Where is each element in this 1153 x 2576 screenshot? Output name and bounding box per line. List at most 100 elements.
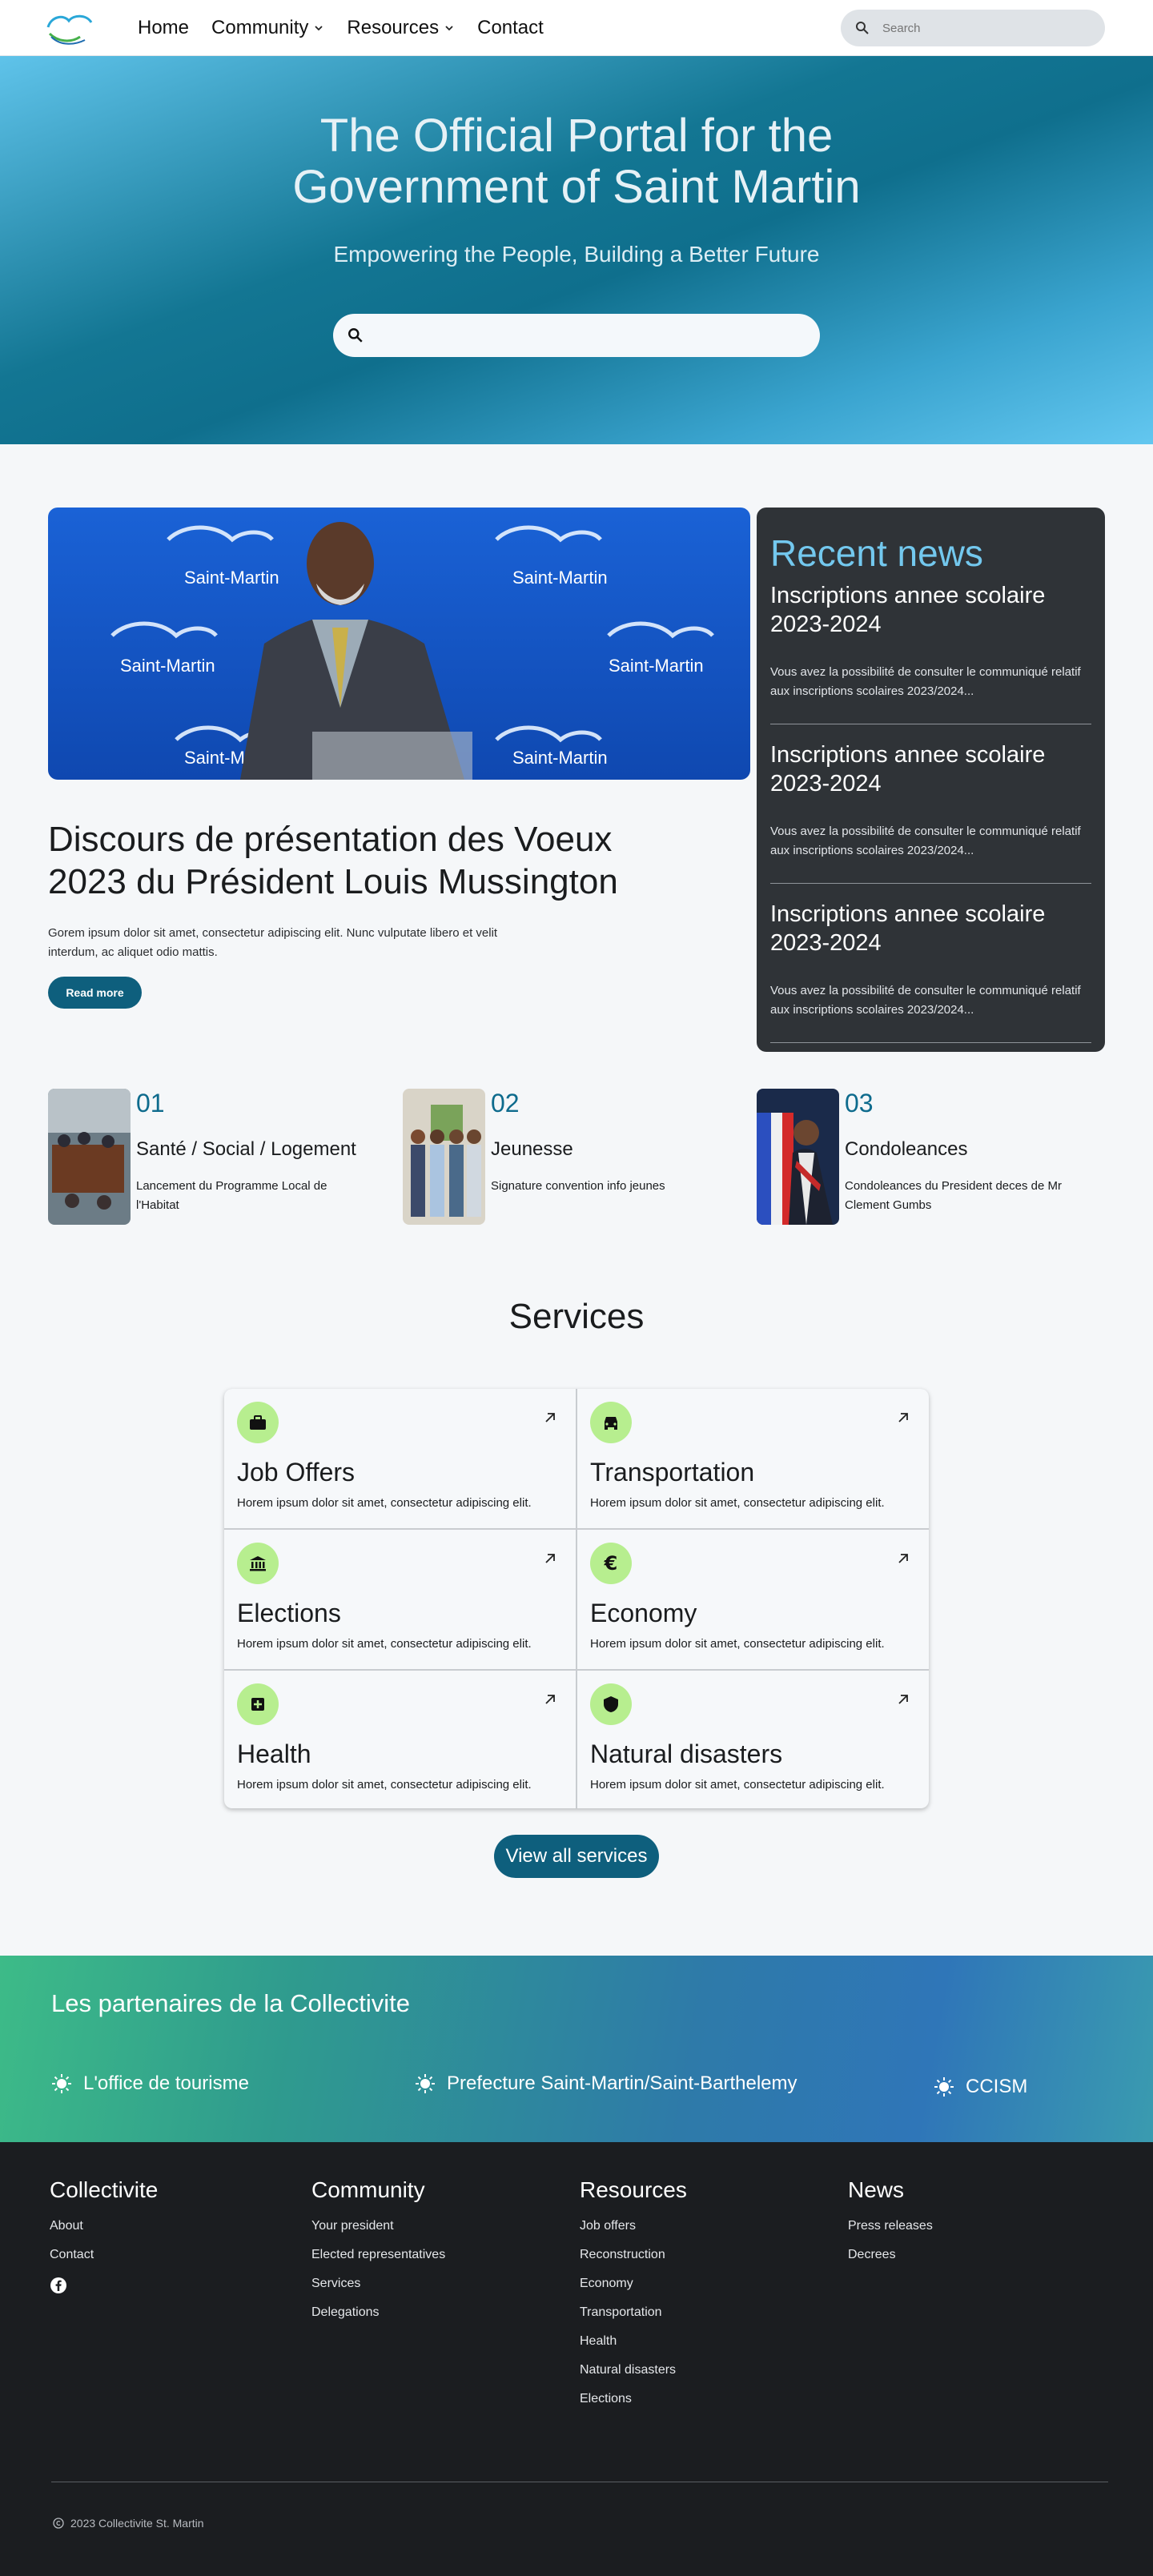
services-grid: Job Offers Horem ipsum dolor sit amet, c… [224, 1389, 929, 1808]
footer-link[interactable]: Natural disasters [580, 2363, 687, 2377]
service-job-offers[interactable]: Job Offers Horem ipsum dolor sit amet, c… [224, 1389, 576, 1528]
service-natural-disasters[interactable]: Natural disasters Horem ipsum dolor sit … [577, 1671, 929, 1808]
partner-label: L'office de tourisme [83, 2072, 249, 2094]
search-icon [856, 22, 869, 34]
footer-heading: News [848, 2177, 905, 2202]
sun-icon [52, 2074, 71, 2093]
footer-column-collectivite: Collectivite About Contact [50, 2177, 158, 2298]
partners-section: Les partenaires de la Collectivite L'off… [0, 1956, 1153, 2142]
service-description: Horem ipsum dolor sit amet, consectetur … [237, 1496, 532, 1510]
service-label: Health [237, 1739, 311, 1768]
feature-title: Discours de présentation des Voeux 2023 … [48, 820, 618, 901]
recent-news-panel: Recent news Inscriptions annee scolaire … [757, 508, 1105, 1052]
footer-link[interactable]: Delegations [311, 2305, 445, 2320]
copyright-text: 2023 Collectivite St. Martin [70, 2517, 204, 2530]
arrow-up-right-icon [545, 1695, 555, 1704]
nav-community[interactable]: Community [211, 17, 324, 39]
nav-search-input[interactable] [882, 21, 1083, 35]
nav-search-box[interactable] [841, 10, 1105, 46]
nav-community-label: Community [211, 17, 309, 38]
chevron-down-icon [315, 26, 323, 31]
service-label: Job Offers [237, 1458, 356, 1487]
nav-home[interactable]: Home [138, 17, 189, 39]
partner-link[interactable]: L'office de tourisme [51, 2072, 249, 2095]
footer-link[interactable]: Contact [50, 2248, 158, 2262]
news-card-thumbnail [403, 1089, 485, 1225]
footer-link[interactable]: About [50, 2219, 158, 2233]
news-card-number: 02 [491, 1089, 520, 1117]
hero-subtitle: Empowering the People, Building a Better… [333, 242, 820, 267]
arrow-up-right-icon [898, 1413, 908, 1422]
footer-link[interactable]: Your president [311, 2219, 445, 2233]
news-card-description: Condoleances du President deces de Mr Cl… [845, 1179, 1062, 1212]
footer-link[interactable]: Elected representatives [311, 2248, 445, 2262]
news-card-description: Signature convention info jeunes [491, 1179, 665, 1193]
nav-resources[interactable]: Resources [347, 17, 455, 39]
arrow-up-right-icon [898, 1695, 908, 1704]
news-card[interactable]: 02 Jeunesse Signature convention info je… [403, 1089, 739, 1226]
hero-title-line2: Government of Saint Martin [292, 161, 861, 213]
news-card-number: 01 [136, 1089, 165, 1117]
footer-link[interactable]: Transportation [580, 2305, 687, 2320]
service-transportation[interactable]: Transportation Horem ipsum dolor sit ame… [577, 1389, 929, 1528]
footer-column-news: News Press releases Decrees [848, 2177, 933, 2277]
hero-section: The Official Portal for the Government of… [0, 56, 1153, 444]
partner-link[interactable]: CCISM [934, 2076, 1027, 2098]
feature-image[interactable]: Saint-Martin Saint-Martin Saint-Martin S… [48, 508, 750, 780]
news-item[interactable]: Inscriptions annee scolaire 2023-2024 Vo… [770, 575, 1091, 724]
hero-search-box[interactable] [333, 314, 820, 357]
logo-watermark: Saint-Martin [184, 568, 279, 588]
footer-link[interactable]: Services [311, 2277, 445, 2291]
facebook-icon[interactable] [50, 2277, 67, 2294]
news-card-category: Condoleances [845, 1138, 968, 1160]
read-more-button[interactable]: Read more [48, 977, 142, 1009]
briefcase-icon [237, 1402, 279, 1443]
footer-link[interactable]: Elections [580, 2392, 687, 2406]
service-elections[interactable]: Elections Horem ipsum dolor sit amet, co… [224, 1530, 576, 1669]
service-health[interactable]: Health Horem ipsum dolor sit amet, conse… [224, 1671, 576, 1808]
news-card[interactable]: 01 Santé / Social / Logement Lancement d… [48, 1089, 384, 1226]
partner-label: CCISM [966, 2076, 1028, 2097]
news-item[interactable]: Inscriptions annee scolaire 2023-2024 Vo… [770, 884, 1091, 1043]
copyright: 2023 Collectivite St. Martin [53, 2517, 204, 2530]
footer-heading: Resources [580, 2177, 687, 2202]
news-item-title: Inscriptions annee scolaire 2023-2024 [770, 901, 1046, 956]
logo-watermark: Saint-Martin [512, 748, 608, 768]
top-navbar: Home Community Resources Contact [0, 0, 1153, 56]
news-card[interactable]: 03 Condoleances Condoleances du Presiden… [757, 1089, 1093, 1226]
news-item-excerpt: Vous avez la possibilité de consulter le… [770, 984, 1081, 1017]
news-card-thumbnail [757, 1089, 839, 1225]
footer: Collectivite About Contact Community You… [0, 2142, 1153, 2576]
partner-label: Prefecture Saint-Martin/Saint-Barthelemy [447, 2072, 797, 2094]
service-label: Natural disasters [590, 1739, 783, 1768]
feature-photo: Saint-Martin Saint-Martin Saint-Martin S… [48, 508, 750, 780]
nav-contact[interactable]: Contact [477, 17, 544, 39]
view-all-services-button[interactable]: View all services [494, 1835, 659, 1878]
service-economy[interactable]: € Economy Horem ipsum dolor sit amet, co… [577, 1530, 929, 1669]
nav-contact-label: Contact [477, 17, 544, 38]
saint-martin-logo[interactable] [43, 10, 99, 46]
news-item[interactable]: Inscriptions annee scolaire 2023-2024 Vo… [770, 724, 1091, 884]
service-description: Horem ipsum dolor sit amet, consectetur … [590, 1496, 885, 1510]
service-label: Elections [237, 1599, 341, 1627]
hero-search-input[interactable] [376, 327, 809, 344]
footer-link[interactable]: Economy [580, 2277, 687, 2291]
service-description: Horem ipsum dolor sit amet, consectetur … [237, 1637, 532, 1651]
logo-watermark: Saint-Martin [120, 656, 215, 676]
feature-text: Gorem ipsum dolor sit amet, consectetur … [48, 926, 498, 959]
footer-link[interactable]: Health [580, 2334, 687, 2349]
footer-column-resources: Resources Job offers Reconstruction Econ… [580, 2177, 687, 2421]
news-card-number: 03 [845, 1089, 874, 1117]
footer-link[interactable]: Decrees [848, 2248, 933, 2262]
footer-link[interactable]: Job offers [580, 2219, 687, 2233]
news-card-category: Santé / Social / Logement [136, 1138, 356, 1160]
hero-title-line1: The Official Portal for the [319, 110, 834, 162]
footer-heading: Collectivite [50, 2177, 159, 2202]
footer-link[interactable]: Reconstruction [580, 2248, 687, 2262]
footer-link[interactable]: Press releases [848, 2219, 933, 2233]
news-item-title: Inscriptions annee scolaire 2023-2024 [770, 742, 1046, 796]
partner-link[interactable]: Prefecture Saint-Martin/Saint-Barthelemy [415, 2072, 797, 2095]
copyright-icon [53, 2518, 64, 2529]
euro-icon: € [590, 1543, 632, 1584]
hero-title: The Official Portal for the Government of… [0, 110, 1153, 213]
